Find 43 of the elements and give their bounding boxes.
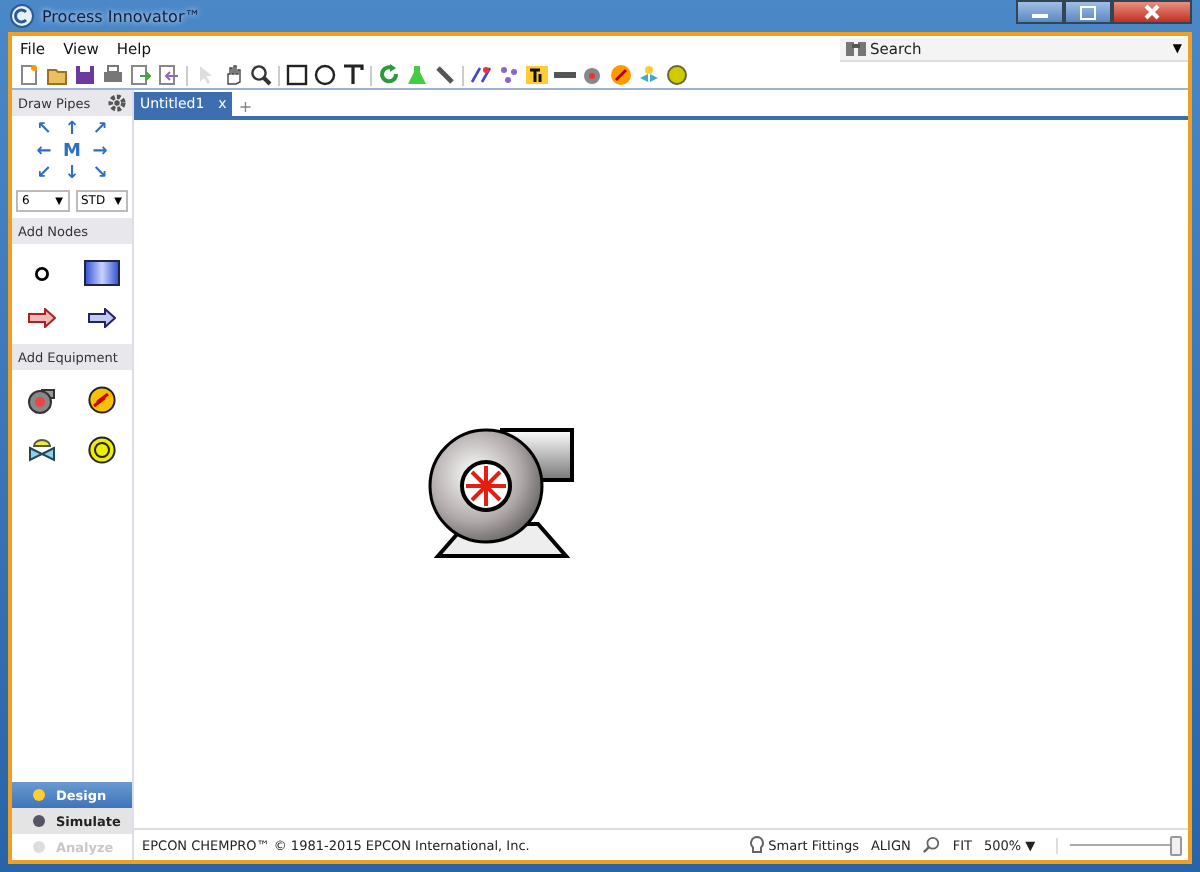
- text-tool-icon[interactable]: [342, 64, 364, 86]
- tank-icon[interactable]: [84, 260, 120, 286]
- circle-icon[interactable]: [314, 64, 336, 86]
- zoom-icon[interactable]: [250, 64, 272, 86]
- slider-thumb[interactable]: [1170, 835, 1183, 855]
- zoom-slider[interactable]: [1070, 835, 1182, 855]
- close-button[interactable]: [1112, 0, 1192, 24]
- pipe-direction-button[interactable]: M: [58, 142, 86, 164]
- pipe-direction-button[interactable]: →: [86, 142, 114, 164]
- pipe-direction-button[interactable]: ←: [30, 142, 58, 164]
- pipe-direction-button[interactable]: ↗: [86, 120, 114, 142]
- rectangle-icon[interactable]: [286, 64, 308, 86]
- import-icon[interactable]: [158, 64, 180, 86]
- export-icon[interactable]: [130, 64, 152, 86]
- pipes-icon[interactable]: [470, 64, 492, 86]
- minimize-button[interactable]: [1016, 0, 1064, 24]
- arrow-right-icon[interactable]: [28, 308, 56, 328]
- search-icon[interactable]: [922, 836, 941, 854]
- lightbulb-icon: [750, 835, 765, 855]
- new-file-icon[interactable]: [18, 64, 40, 86]
- arrow-right-icon[interactable]: [88, 308, 116, 328]
- binoculars-icon: [846, 38, 866, 58]
- save-icon[interactable]: [74, 64, 96, 86]
- open-folder-icon[interactable]: [46, 64, 68, 86]
- app-logo-icon: [10, 4, 34, 28]
- pipe-direction-button[interactable]: ↖: [30, 120, 58, 142]
- pipe-direction-button[interactable]: ↘: [86, 164, 114, 186]
- pump-icon[interactable]: [28, 387, 56, 413]
- refresh-icon[interactable]: [378, 64, 400, 86]
- maximize-icon: [1080, 5, 1096, 19]
- node-circle-icon[interactable]: [34, 265, 50, 281]
- sensor-icon[interactable]: [666, 64, 688, 86]
- flow-element-icon[interactable]: [88, 436, 116, 464]
- pipe-direction-button[interactable]: ↙: [30, 164, 58, 186]
- settings-icon[interactable]: [108, 94, 126, 112]
- new-tab-button[interactable]: +: [238, 98, 253, 116]
- print-icon[interactable]: [102, 64, 124, 86]
- close-icon: [1144, 4, 1160, 20]
- pipe-direction-button[interactable]: ↓: [58, 164, 86, 186]
- pipe-direction-button[interactable]: ↑: [58, 120, 86, 142]
- molecule-icon[interactable]: [498, 64, 520, 86]
- maximize-button[interactable]: [1064, 0, 1112, 24]
- window-title: Process Innovator™: [42, 7, 201, 25]
